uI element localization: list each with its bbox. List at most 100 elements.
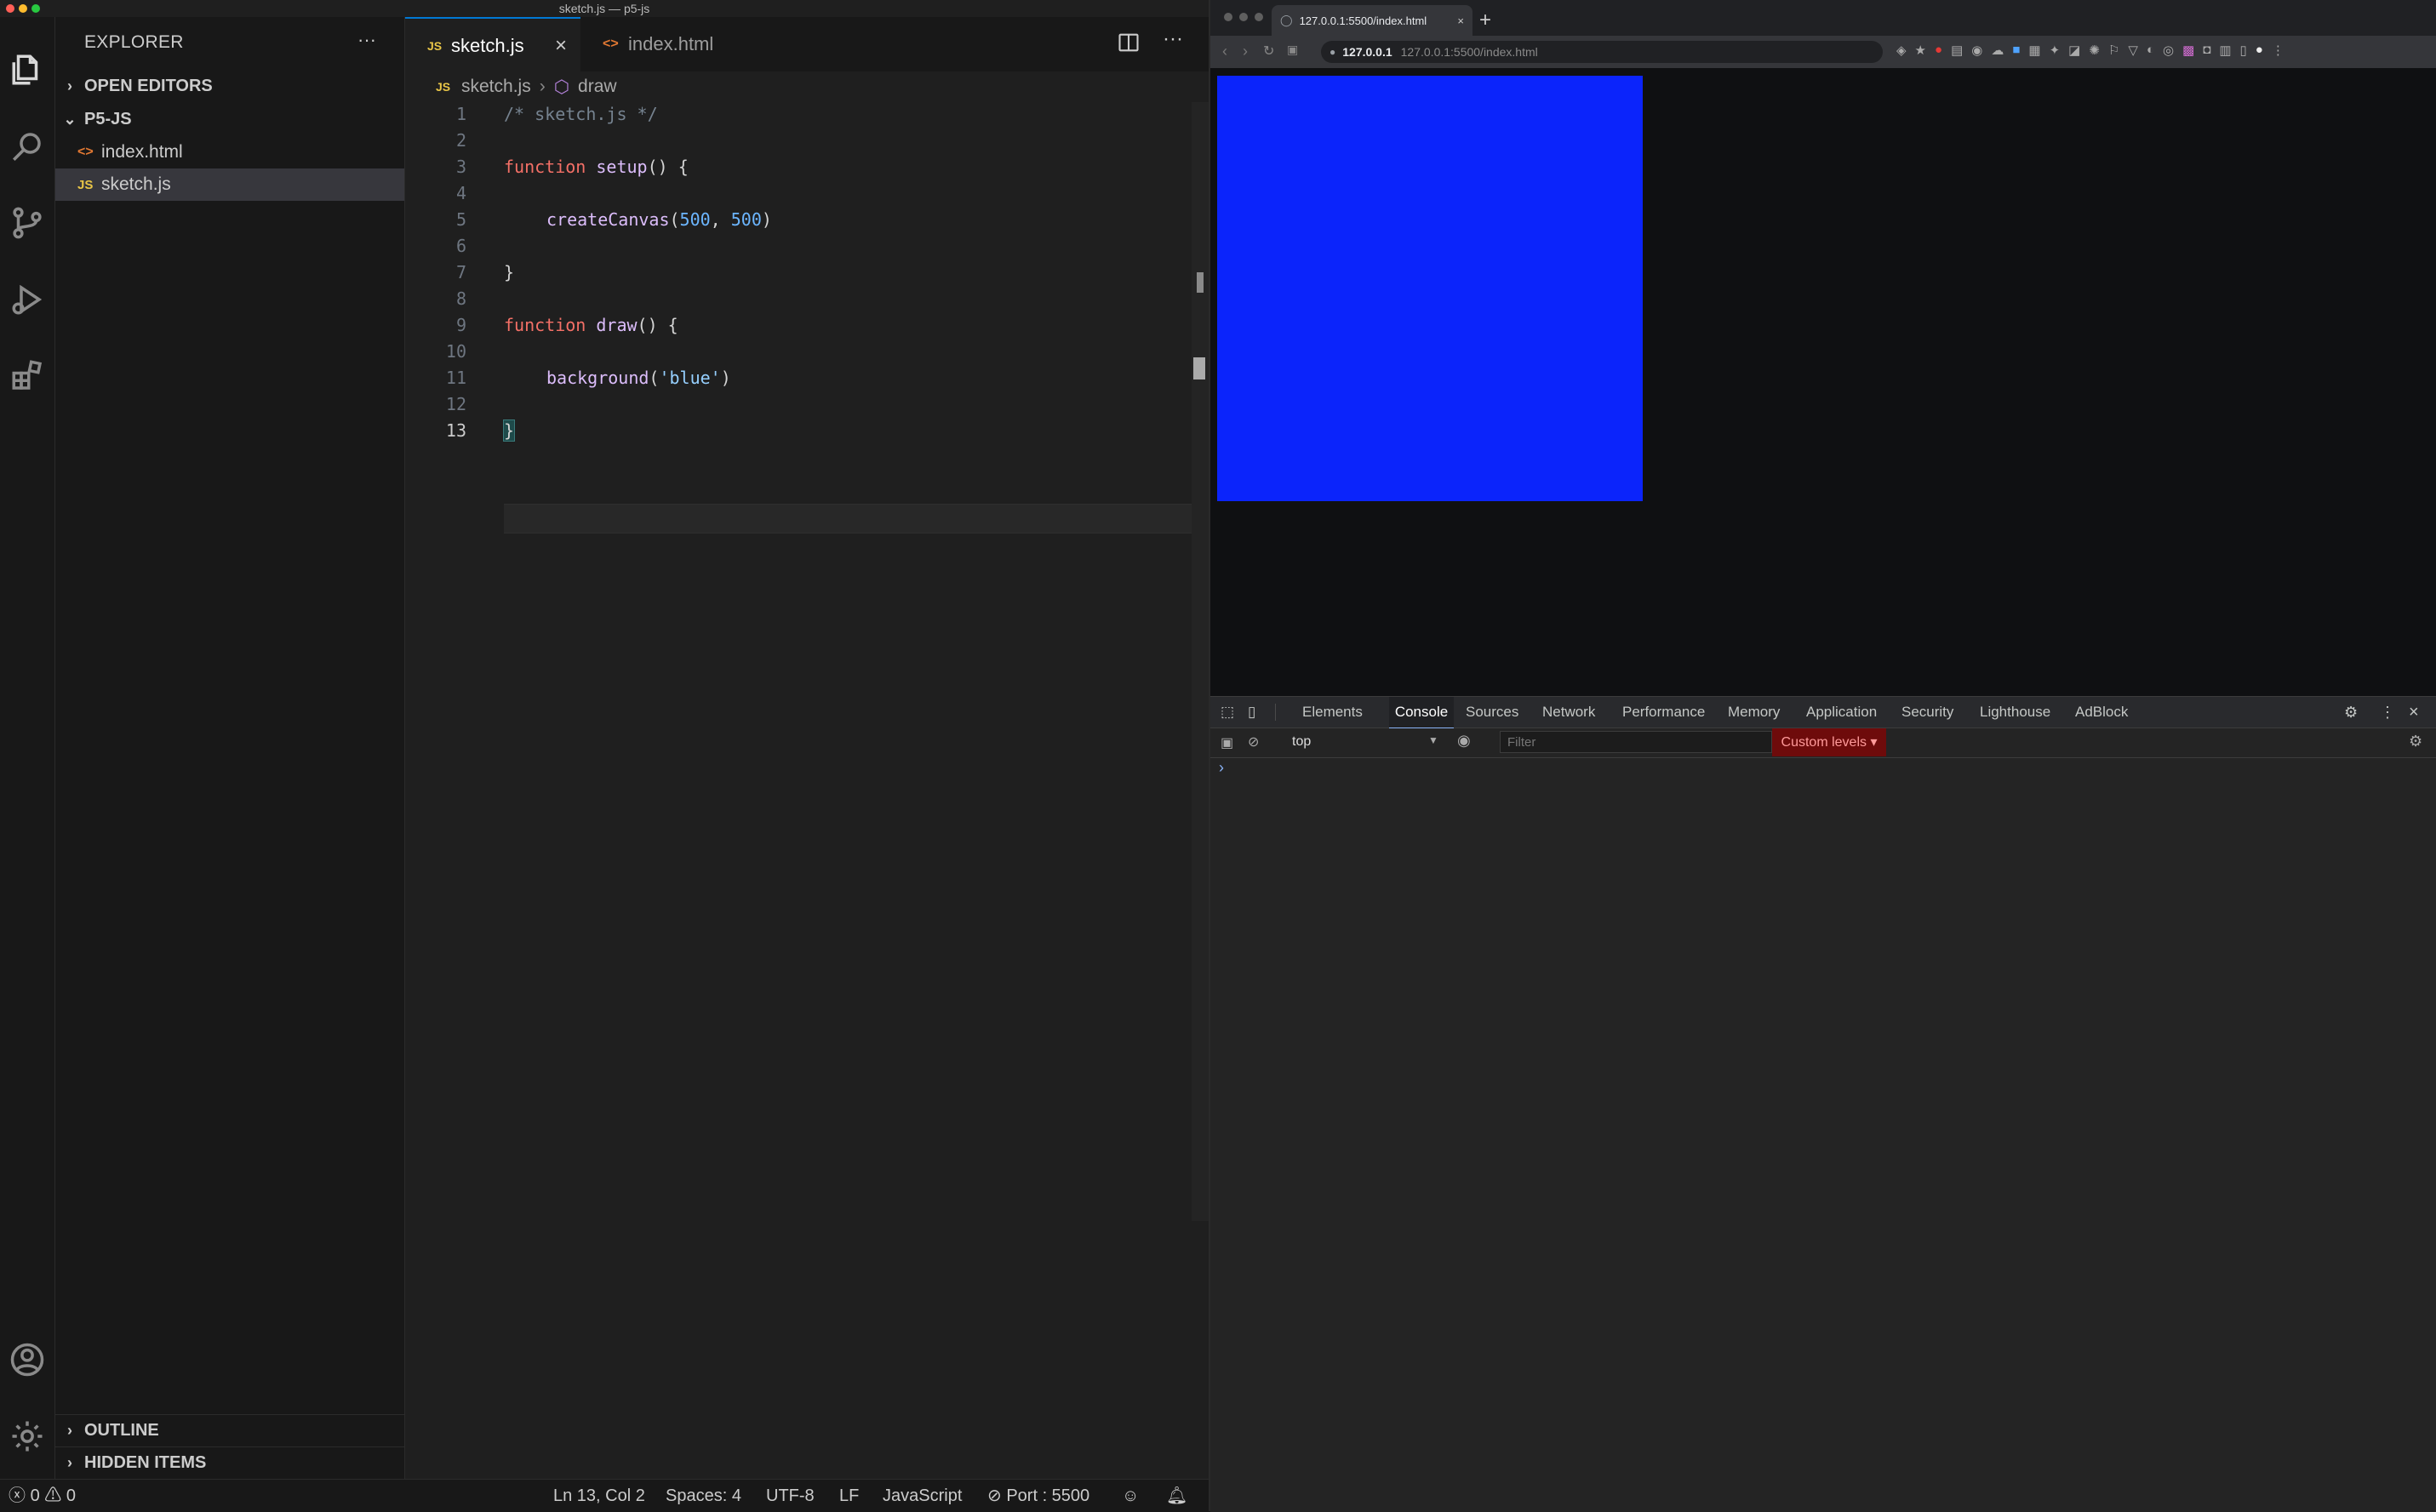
extensions-icon[interactable] [0, 342, 54, 410]
extension-icon[interactable]: ▦ [2028, 43, 2040, 61]
eye-icon[interactable]: ◉ [1457, 732, 1471, 750]
extension-icon[interactable]: ✺ [2089, 43, 2100, 61]
console-settings-gear-icon[interactable]: ⚙ [2409, 733, 2422, 750]
camera-icon[interactable]: ◘ [2203, 43, 2210, 61]
console-filter-input[interactable] [1500, 731, 1772, 753]
run-debug-icon[interactable] [0, 265, 54, 334]
extension-pink-icon[interactable]: ▩ [2182, 43, 2194, 61]
breadcrumb-file[interactable]: sketch.js [461, 77, 531, 97]
more-actions-icon[interactable]: ··· [357, 29, 376, 51]
code-editor[interactable]: 1 2 3 4 5 6 7 8 9 10 11 12 13 /* sketch.… [405, 102, 1209, 1429]
tab-console[interactable]: Console [1389, 697, 1454, 729]
live-server-port[interactable]: ⊘ Port : 5500 [987, 1480, 1089, 1512]
indentation[interactable]: Spaces: 4 [666, 1480, 741, 1512]
tab-elements[interactable]: Elements [1302, 697, 1363, 727]
new-tab-button[interactable]: + [1479, 9, 1491, 32]
tab-index-html[interactable]: <> index.html [580, 17, 742, 71]
p5-canvas[interactable] [1217, 76, 1643, 501]
reload-icon[interactable]: ↻ [1263, 43, 1274, 60]
extension-icon[interactable]: ▣ [1287, 43, 1298, 57]
minimize-window-button[interactable] [19, 4, 27, 13]
tab-sketch-js[interactable]: JS sketch.js × [405, 17, 580, 73]
tab-lighthouse[interactable]: Lighthouse [1980, 697, 2050, 727]
close-window-button[interactable] [6, 4, 14, 13]
file-item-index-html[interactable]: <> index.html [55, 136, 404, 168]
extension-icon[interactable]: ◎ [2163, 43, 2174, 61]
more-actions-icon[interactable]: ⋮ [2380, 697, 2395, 727]
breadcrumb-symbol[interactable]: draw [578, 77, 617, 97]
reading-list-icon[interactable]: ▥ [2219, 43, 2231, 61]
problems-indicator[interactable]: ⓧ 0 ⚠ 0 [9, 1480, 76, 1512]
outline-section[interactable]: › OUTLINE [55, 1414, 404, 1446]
inspect-element-icon[interactable]: ⬚ [1221, 697, 1234, 727]
extension-icon[interactable]: ▤ [1951, 43, 1963, 61]
extension-icon[interactable]: ☁ [1991, 43, 2004, 61]
extension-icon[interactable]: ◉ [1971, 43, 1982, 61]
close-icon[interactable]: × [2409, 697, 2419, 727]
encoding[interactable]: UTF-8 [766, 1480, 815, 1512]
error-icon: ⓧ [9, 1486, 26, 1505]
address-bar[interactable]: ● 127.0.0.1 127.0.0.1:5500/index.html [1321, 41, 1883, 63]
star-icon[interactable]: ★ [1915, 43, 1926, 61]
extension-icon[interactable]: ◐ [2147, 43, 2154, 61]
back-icon[interactable]: ‹ [1222, 43, 1227, 60]
tab-security[interactable]: Security [1901, 697, 1953, 727]
extension-red-icon[interactable]: ● [1935, 43, 1942, 61]
extension-icon[interactable]: ◪ [2068, 43, 2080, 61]
tab-performance[interactable]: Performance [1622, 697, 1705, 727]
tab-sources[interactable]: Sources [1466, 697, 1518, 727]
split-editor-icon[interactable] [1117, 31, 1142, 56]
clear-console-icon[interactable]: ⊘ [1248, 733, 1259, 750]
close-icon[interactable]: × [1457, 14, 1464, 27]
extension-icon[interactable]: ▽ [2128, 43, 2138, 61]
log-levels-dropdown[interactable]: Custom levels ▾ [1772, 728, 1886, 756]
line-number: 8 [455, 288, 466, 309]
explorer-icon[interactable] [0, 36, 54, 104]
extension-blue-icon[interactable]: ■ [2012, 43, 2020, 61]
open-editors-section[interactable]: › OPEN EDITORS [55, 70, 404, 102]
language-mode[interactable]: JavaScript [883, 1480, 962, 1512]
extension-icon[interactable]: ⚐ [2108, 43, 2119, 61]
profile-avatar[interactable]: ● [2256, 43, 2263, 61]
tab-adblock[interactable]: AdBlock [2075, 697, 2128, 727]
hidden-items-section[interactable]: › HIDDEN ITEMS [55, 1446, 404, 1479]
project-folder-section[interactable]: ⌄ P5-JS [55, 103, 404, 135]
gear-icon[interactable]: ⚙ [2344, 697, 2358, 727]
browser-menu-icon[interactable]: ⋮ [2272, 43, 2284, 61]
account-icon[interactable] [0, 1326, 54, 1394]
close-window-button[interactable] [1224, 13, 1232, 21]
editor-tab-bar: JS sketch.js × <> index.html ··· [405, 17, 1209, 73]
console-prompt[interactable]: › [1219, 759, 1224, 777]
tab-memory[interactable]: Memory [1728, 697, 1780, 727]
scrollbar-thumb[interactable] [1193, 357, 1205, 379]
gear-icon[interactable] [0, 1402, 54, 1470]
chevron-right-icon: › [67, 1453, 72, 1471]
function-call: createCanvas [546, 209, 670, 230]
device-toolbar-icon[interactable]: ▯ [1248, 697, 1255, 727]
more-actions-icon[interactable]: ··· [1163, 27, 1183, 51]
end-of-line[interactable]: LF [839, 1480, 859, 1512]
html-file-icon: <> [603, 37, 619, 51]
extension-icon[interactable]: ✦ [2050, 43, 2061, 61]
shield-icon[interactable]: ◈ [1896, 43, 1907, 61]
forward-icon[interactable]: › [1243, 43, 1248, 60]
feedback-icon[interactable]: ☺ [1122, 1480, 1139, 1512]
browser-tab[interactable]: ◯ 127.0.0.1:5500/index.html × [1272, 5, 1472, 36]
tab-application[interactable]: Application [1806, 697, 1877, 727]
tab-network[interactable]: Network [1542, 697, 1595, 727]
side-panel-icon[interactable]: ▯ [2240, 43, 2247, 61]
minimize-window-button[interactable] [1239, 13, 1248, 21]
maximize-window-button[interactable] [31, 4, 40, 13]
cursor-position[interactable]: Ln 13, Col 2 [553, 1480, 645, 1512]
search-icon[interactable] [0, 112, 54, 180]
code-line-brace: } [504, 262, 515, 282]
close-icon[interactable]: × [555, 34, 567, 58]
context-selector[interactable]: top [1292, 734, 1311, 750]
hidden-items-label: HIDDEN ITEMS [84, 1452, 207, 1472]
bell-icon[interactable]: 🔔︎ [1166, 1480, 1187, 1512]
maximize-window-button[interactable] [1255, 13, 1263, 21]
source-control-icon[interactable] [0, 189, 54, 257]
editor-scrollbar[interactable] [1192, 102, 1209, 1221]
file-item-sketch-js[interactable]: JS sketch.js [55, 168, 404, 201]
sidebar-toggle-icon[interactable]: ▣ [1221, 734, 1233, 751]
